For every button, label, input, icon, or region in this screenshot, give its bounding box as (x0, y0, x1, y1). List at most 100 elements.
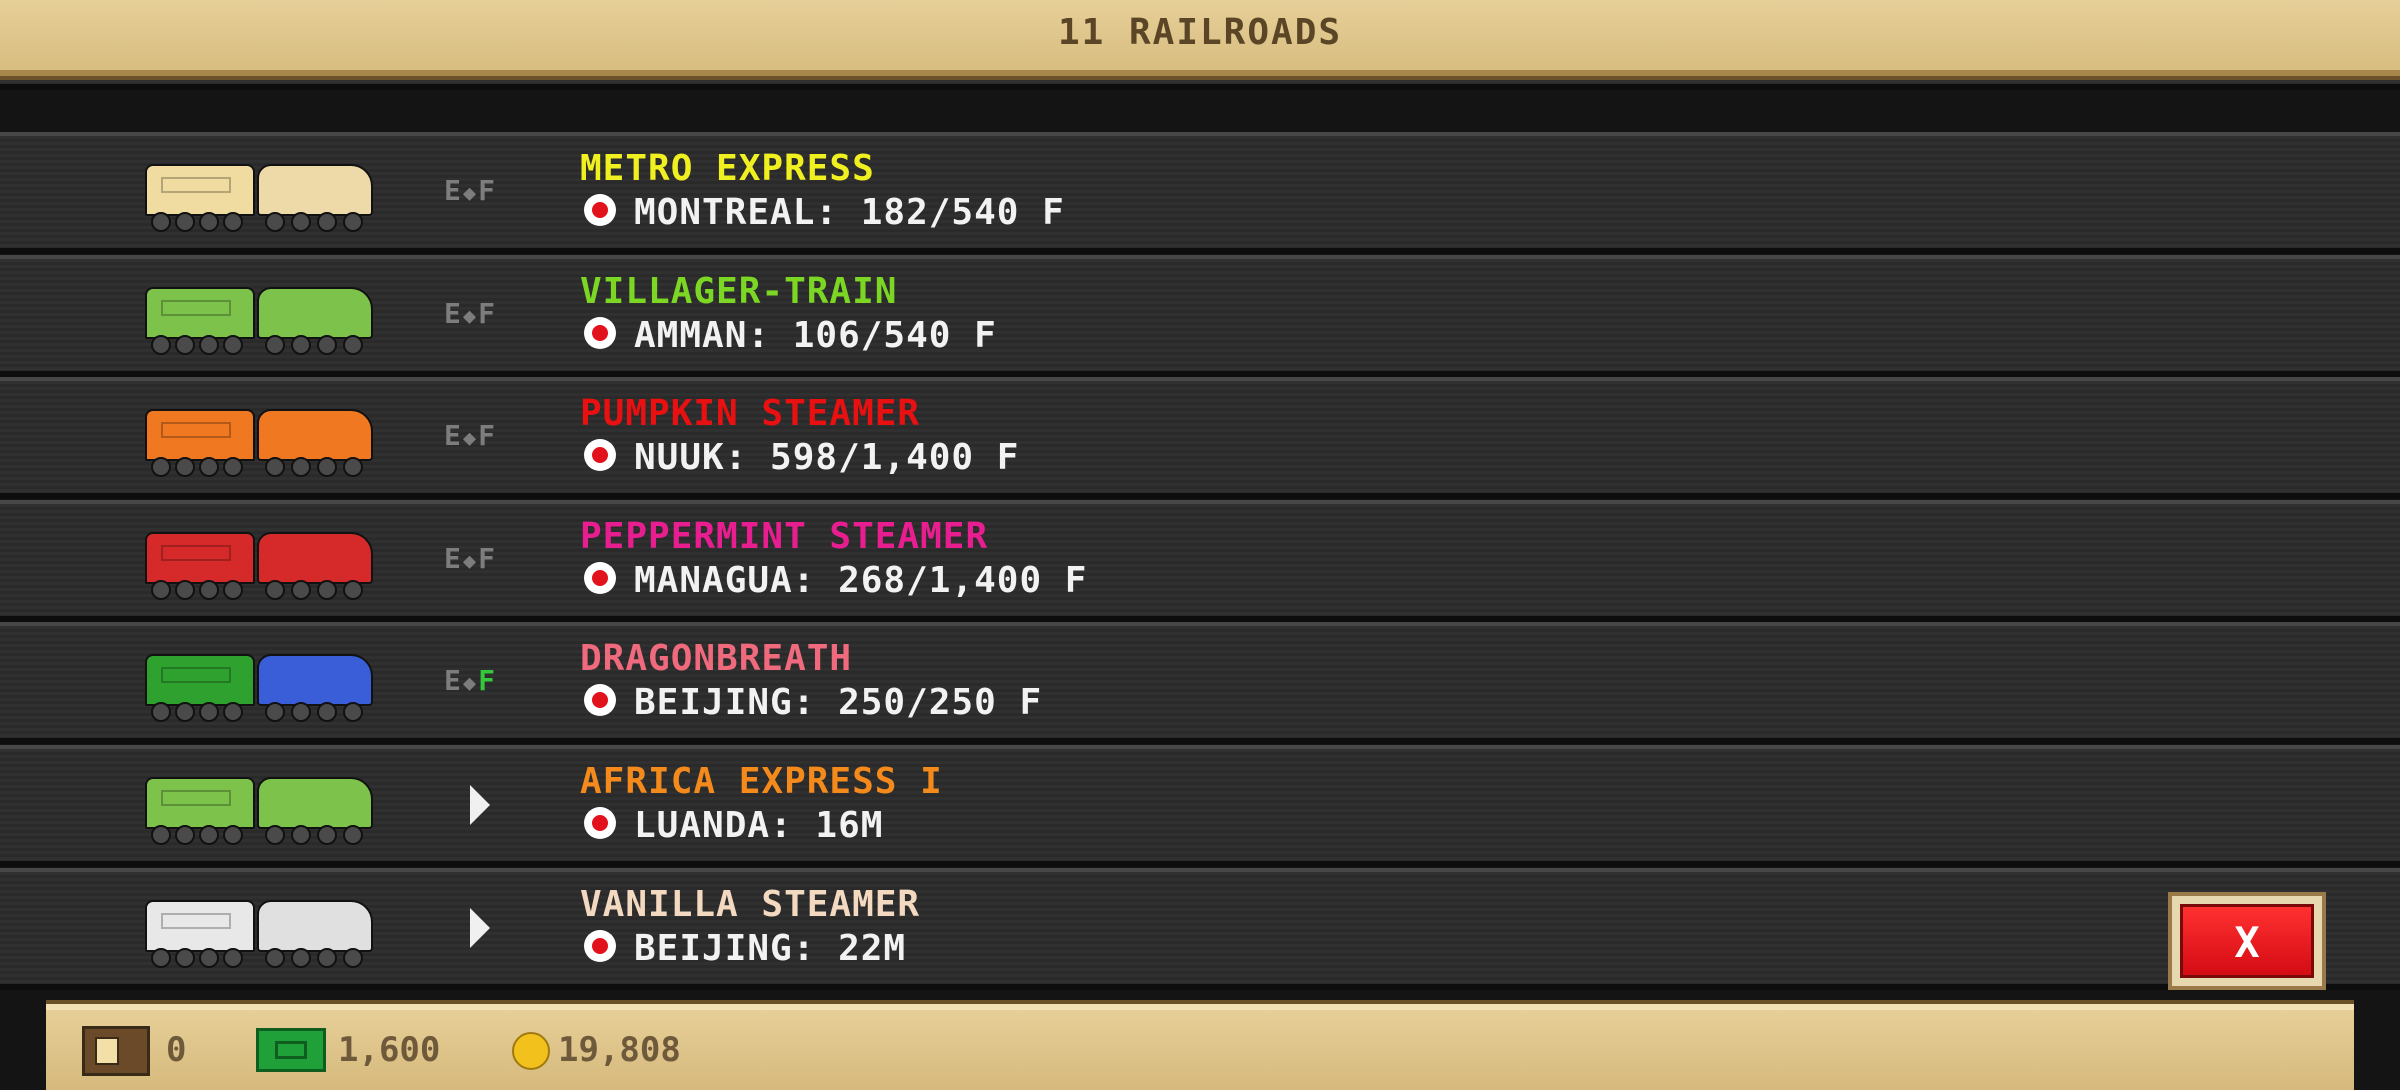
locomotive (257, 654, 373, 706)
train-row[interactable]: E◆F PEPPERMINT STEAMER MANAGUA: 268/1,400 … (0, 500, 2400, 622)
gauge-full-label: F (478, 174, 497, 207)
wheel (265, 212, 285, 232)
gauge-needle-icon: ◆ (462, 426, 479, 451)
destination-text: NUUK: 598/1,400 F (634, 437, 1020, 478)
gauge-full-label: F (478, 297, 497, 330)
wheels (145, 457, 375, 477)
wheel (199, 702, 219, 722)
car-panel (161, 913, 231, 929)
train-row[interactable]: E◆F VILLAGER-TRAIN AMMAN: 106/540 F (0, 255, 2400, 377)
train-car (145, 409, 255, 461)
wheel (317, 580, 337, 600)
cash-icon (256, 1028, 326, 1072)
train-car (145, 164, 255, 216)
train-name: AFRICA EXPRESS I (580, 761, 943, 802)
location-pin-icon (584, 439, 616, 471)
close-button[interactable]: X (2168, 892, 2326, 990)
wheel (343, 580, 363, 600)
wheels (145, 702, 375, 722)
train-destination: NUUK: 598/1,400 F (584, 437, 1019, 481)
wheel (151, 457, 171, 477)
wheel (199, 580, 219, 600)
destination-text: BEIJING: 22M (634, 928, 907, 969)
train-car (145, 654, 255, 706)
close-icon: X (2180, 904, 2314, 978)
location-pin-icon (584, 684, 616, 716)
coin-icon (512, 1032, 550, 1070)
destination-text: MONTREAL: 182/540 F (634, 192, 1065, 233)
wheel (175, 948, 195, 968)
wheel (291, 702, 311, 722)
wheel (265, 580, 285, 600)
locomotive (257, 900, 373, 952)
wheel (151, 825, 171, 845)
train-row[interactable]: E◆F METRO EXPRESS MONTREAL: 182/540 F (0, 132, 2400, 254)
wheel (151, 335, 171, 355)
location-pin-icon (584, 317, 616, 349)
fuel-gauge-icon: E◆F (444, 664, 497, 697)
train-car (145, 900, 255, 952)
wheel (223, 457, 243, 477)
wheel (265, 335, 285, 355)
moving-arrow-icon (470, 908, 490, 948)
train-name: PUMPKIN STEAMER (580, 393, 921, 434)
wheels (145, 212, 375, 232)
wheel (223, 825, 243, 845)
location-pin-icon (584, 562, 616, 594)
currency-bar: 0 1,600 19,808 (46, 1004, 2354, 1090)
wheel (291, 212, 311, 232)
car-panel (161, 545, 231, 561)
wheel (343, 212, 363, 232)
wheel (291, 580, 311, 600)
gauge-needle-icon: ◆ (462, 304, 479, 329)
car-panel (161, 667, 231, 683)
moving-arrow-icon (470, 785, 490, 825)
wheel (199, 948, 219, 968)
train-sprite (145, 399, 375, 477)
gauge-full-label: F (478, 542, 497, 575)
train-row[interactable]: E◆F DRAGONBREATH BEIJING: 250/250 F (0, 622, 2400, 744)
wheel (175, 702, 195, 722)
railroads-list[interactable]: E◆FROME: 154/500 F E◆FMETRO EXPRESSMONTR… (0, 0, 2400, 1000)
train-row[interactable]: VANILLA STEAMER BEIJING: 22M (0, 868, 2400, 990)
gauge-needle-icon: ◆ (462, 549, 479, 574)
train-name: VANILLA STEAMER (580, 884, 921, 925)
crates-count: 0 (166, 1030, 187, 1070)
wheel (175, 335, 195, 355)
wheel (343, 335, 363, 355)
location-pin-icon (584, 194, 616, 226)
gauge-full-label: F (478, 664, 497, 697)
gauge-empty-label: E (444, 174, 463, 207)
train-row[interactable]: AFRICA EXPRESS I LUANDA: 16M (0, 745, 2400, 867)
crate-icon (82, 1026, 150, 1076)
car-panel (161, 422, 231, 438)
train-car (145, 287, 255, 339)
wheel (265, 457, 285, 477)
wheels (145, 335, 375, 355)
gauge-empty-label: E (444, 297, 463, 330)
train-destination: MONTREAL: 182/540 F (584, 192, 1065, 236)
car-panel (161, 300, 231, 316)
train-destination: BEIJING: 250/250 F (584, 682, 1042, 726)
wheel (175, 212, 195, 232)
gauge-full-label: F (478, 419, 497, 452)
gauge-needle-icon: ◆ (462, 671, 479, 696)
gauge-empty-label: E (444, 542, 463, 575)
locomotive (257, 777, 373, 829)
train-name: VILLAGER-TRAIN (580, 271, 898, 312)
train-row[interactable]: E◆F PUMPKIN STEAMER NUUK: 598/1,400 F (0, 377, 2400, 499)
wheel (199, 212, 219, 232)
wheel (223, 212, 243, 232)
wheel (199, 335, 219, 355)
wheel (223, 580, 243, 600)
wheel (291, 457, 311, 477)
wheel (199, 457, 219, 477)
wheel (291, 335, 311, 355)
destination-text: LUANDA: 16M (634, 805, 884, 846)
train-name: DRAGONBREATH (580, 638, 853, 679)
train-car (145, 532, 255, 584)
wheel (175, 825, 195, 845)
location-pin-icon (584, 930, 616, 962)
car-panel (161, 177, 231, 193)
wheel (223, 702, 243, 722)
